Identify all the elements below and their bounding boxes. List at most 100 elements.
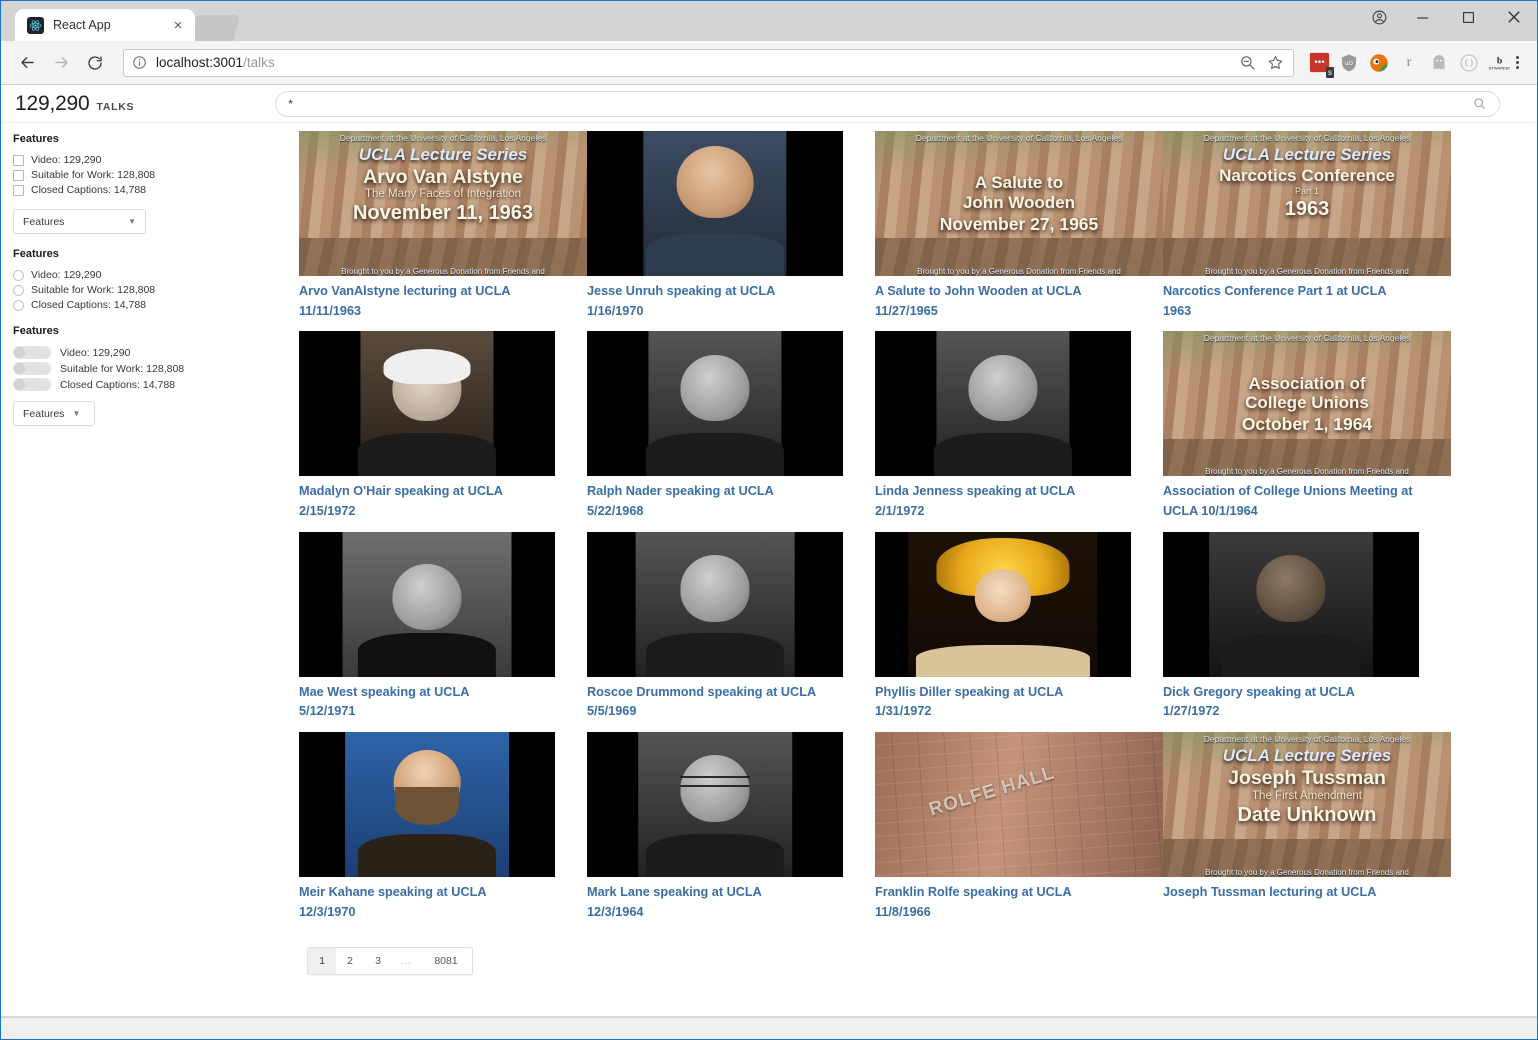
minimize-icon[interactable] <box>1399 1 1445 33</box>
result-card[interactable]: Mark Lane speaking at UCLA 12/3/1964 <box>587 732 875 932</box>
profile-icon[interactable] <box>1359 1 1399 33</box>
result-title[interactable]: Mae West speaking at UCLA 5/12/1971 <box>299 683 569 722</box>
page-button-last[interactable]: 8081 <box>420 948 472 974</box>
checkbox-icon[interactable] <box>13 155 24 166</box>
result-title[interactable]: Association of College Unions Meeting at… <box>1163 482 1433 521</box>
result-title[interactable]: Franklin Rolfe speaking at UCLA 11/8/196… <box>875 883 1145 922</box>
features-select-narrow[interactable]: Features ▼ <box>13 401 95 426</box>
checkbox-icon[interactable] <box>13 170 24 181</box>
facet-option[interactable]: Closed Captions: 14,788 <box>13 184 279 196</box>
result-thumbnail[interactable]: Department at the University of Californ… <box>1163 131 1451 276</box>
result-card[interactable]: Phyllis Diller speaking at UCLA 1/31/197… <box>875 532 1163 732</box>
result-thumbnail[interactable] <box>587 331 843 476</box>
result-thumbnail[interactable]: ROLFE HALL <box>875 732 1163 877</box>
facet-option[interactable]: Suitable for Work: 128,808 <box>13 169 279 181</box>
result-card[interactable]: Dick Gregory speaking at UCLA 1/27/1972 <box>1163 532 1451 732</box>
back-icon[interactable] <box>11 47 43 79</box>
facet-option[interactable]: Video: 129,290 <box>13 154 279 166</box>
facet-option[interactable]: Video: 129,290 <box>13 269 279 281</box>
search-bar[interactable] <box>275 91 1500 117</box>
radio-icon[interactable] <box>13 270 24 281</box>
new-tab-button[interactable] <box>187 15 240 41</box>
facet-option[interactable]: Video: 129,290 <box>13 346 279 359</box>
result-title[interactable]: Meir Kahane speaking at UCLA 12/3/1970 <box>299 883 569 922</box>
result-thumbnail[interactable] <box>587 131 843 276</box>
result-title[interactable]: Arvo VanAlstyne lecturing at UCLA 11/11/… <box>299 282 569 321</box>
result-thumbnail[interactable] <box>299 532 555 677</box>
result-thumbnail[interactable]: Department at the University of Californ… <box>875 131 1163 276</box>
checkbox-icon[interactable] <box>13 185 24 196</box>
result-card[interactable]: Mae West speaking at UCLA 5/12/1971 <box>299 532 587 732</box>
maximize-icon[interactable] <box>1445 1 1491 33</box>
result-card[interactable]: Meir Kahane speaking at UCLA 12/3/1970 <box>299 732 587 932</box>
kebab-menu-icon[interactable] <box>1512 56 1527 69</box>
result-title[interactable]: Phyllis Diller speaking at UCLA 1/31/197… <box>875 683 1145 722</box>
radio-icon[interactable] <box>13 300 24 311</box>
result-card[interactable]: Department at the University of Californ… <box>1163 331 1451 531</box>
parens-icon[interactable] <box>1458 52 1480 74</box>
result-thumbnail[interactable] <box>299 732 555 877</box>
forward-icon[interactable] <box>45 47 77 79</box>
toggle-switch-icon[interactable] <box>13 378 51 391</box>
page-button-2[interactable]: 2 <box>336 948 364 974</box>
search-icon[interactable] <box>1471 96 1487 112</box>
result-card[interactable]: Department at the University of Californ… <box>1163 131 1451 331</box>
radio-icon[interactable] <box>13 285 24 296</box>
result-thumbnail[interactable]: Department at the University of Californ… <box>1163 331 1451 476</box>
result-thumbnail[interactable] <box>587 732 843 877</box>
ghostery-icon[interactable] <box>1428 52 1450 74</box>
facet-option[interactable]: Suitable for Work: 128,808 <box>13 362 279 375</box>
reload-icon[interactable] <box>79 47 111 79</box>
result-thumbnail[interactable] <box>875 532 1131 677</box>
facet-option[interactable]: Closed Captions: 14,788 <box>13 378 279 391</box>
reddit-enhancement-icon[interactable] <box>1368 52 1390 74</box>
zoom-out-icon[interactable] <box>1239 54 1257 72</box>
page-viewport: 129,290 TALKS Features <box>1 85 1537 1017</box>
close-icon[interactable] <box>1491 1 1537 33</box>
toggle-switch-icon[interactable] <box>13 362 51 375</box>
letter-extension-icon[interactable]: r <box>1398 52 1420 74</box>
thumb-footer: Brought to you by a Generous Donation fr… <box>1163 467 1451 476</box>
bitwarden-icon[interactable]: b BITWARDEN <box>1488 52 1510 74</box>
result-thumbnail[interactable] <box>587 532 843 677</box>
features-select-wide[interactable]: Features ▼ <box>13 209 146 234</box>
page-button-3[interactable]: 3 <box>364 948 392 974</box>
result-card[interactable]: Jesse Unruh speaking at UCLA 1/16/1970 <box>587 131 875 331</box>
result-card[interactable]: Ralph Nader speaking at UCLA 5/22/1968 <box>587 331 875 531</box>
result-title[interactable]: A Salute to John Wooden at UCLA 11/27/19… <box>875 282 1145 321</box>
result-thumbnail[interactable] <box>1163 532 1419 677</box>
ublock-origin-icon[interactable]: s <box>1308 52 1330 74</box>
result-card[interactable]: Department at the University of Californ… <box>1163 732 1451 932</box>
info-circle-icon[interactable] <box>132 55 148 71</box>
result-card[interactable]: Roscoe Drummond speaking at UCLA 5/5/196… <box>587 532 875 732</box>
result-thumbnail[interactable] <box>299 331 555 476</box>
result-title[interactable]: Dick Gregory speaking at UCLA 1/27/1972 <box>1163 683 1433 722</box>
facet-option[interactable]: Closed Captions: 14,788 <box>13 299 279 311</box>
result-title[interactable]: Madalyn O'Hair speaking at UCLA 2/15/197… <box>299 482 569 521</box>
result-title[interactable]: Ralph Nader speaking at UCLA 5/22/1968 <box>587 482 857 521</box>
result-card[interactable]: Department at the University of Californ… <box>299 131 587 331</box>
result-title[interactable]: Linda Jenness speaking at UCLA 2/1/1972 <box>875 482 1145 521</box>
result-title[interactable]: Joseph Tussman lecturing at UCLA <box>1163 883 1433 903</box>
facet-option[interactable]: Suitable for Work: 128,808 <box>13 284 279 296</box>
tab-close-icon[interactable]: × <box>169 16 187 34</box>
result-thumbnail[interactable] <box>875 331 1131 476</box>
result-title[interactable]: Mark Lane speaking at UCLA 12/3/1964 <box>587 883 857 922</box>
page-button-1[interactable]: 1 <box>308 948 336 974</box>
duckduckgo-privacy-icon[interactable]: uO <box>1338 52 1360 74</box>
result-thumbnail[interactable]: Department at the University of Californ… <box>1163 732 1451 877</box>
svg-text:uO: uO <box>1345 61 1353 67</box>
result-card[interactable]: ROLFE HALL Franklin Rolfe speaking at UC… <box>875 732 1163 932</box>
toggle-switch-icon[interactable] <box>13 346 51 359</box>
star-icon[interactable] <box>1267 54 1285 72</box>
address-bar[interactable]: localhost:3001/talks <box>123 49 1294 77</box>
result-title[interactable]: Jesse Unruh speaking at UCLA 1/16/1970 <box>587 282 857 321</box>
result-title[interactable]: Narcotics Conference Part 1 at UCLA 1963 <box>1163 282 1433 321</box>
search-input[interactable] <box>288 97 1471 111</box>
result-card[interactable]: Madalyn O'Hair speaking at UCLA 2/15/197… <box>299 331 587 531</box>
result-card[interactable]: Linda Jenness speaking at UCLA 2/1/1972 <box>875 331 1163 531</box>
result-card[interactable]: Department at the University of Californ… <box>875 131 1163 331</box>
browser-tab[interactable]: React App × <box>15 9 195 41</box>
result-thumbnail[interactable]: Department at the University of Californ… <box>299 131 587 276</box>
result-title[interactable]: Roscoe Drummond speaking at UCLA 5/5/196… <box>587 683 857 722</box>
